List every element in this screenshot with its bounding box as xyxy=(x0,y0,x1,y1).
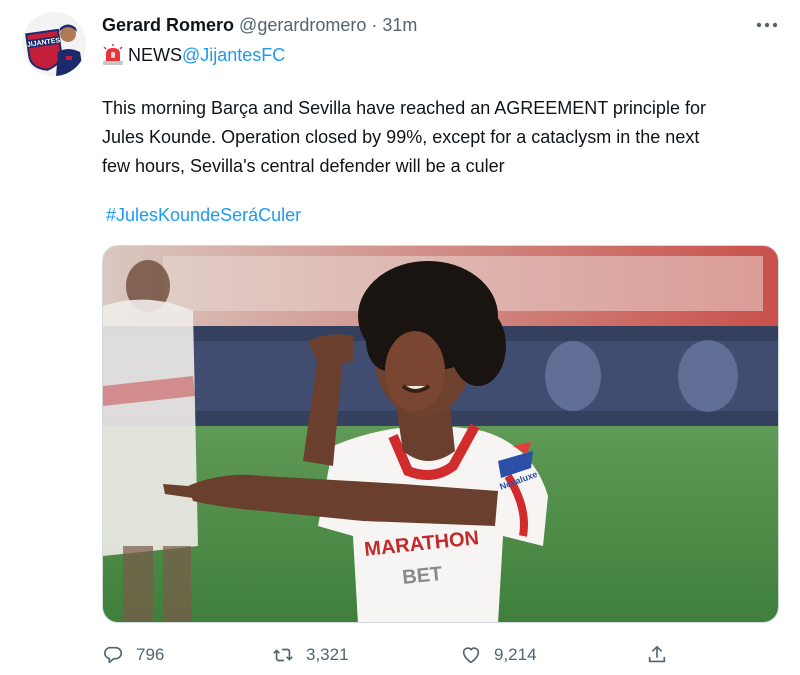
hashtag-link[interactable]: #JulesKoundeSeráCuler xyxy=(106,202,301,228)
news-label: NEWS xyxy=(128,44,182,65)
reply-button[interactable]: 796 xyxy=(102,638,164,672)
tweet-photo[interactable]: MARATHON BET Nevaluxe xyxy=(102,245,779,623)
avatar[interactable]: JIJANTES xyxy=(22,12,86,76)
heart-icon xyxy=(462,647,480,664)
more-options-button[interactable] xyxy=(751,13,783,37)
display-name[interactable]: Gerard Romero xyxy=(102,15,234,36)
timestamp[interactable]: 31m xyxy=(382,15,417,36)
retweet-icon xyxy=(273,648,293,662)
reply-count: 796 xyxy=(136,645,165,664)
like-count: 9,214 xyxy=(494,645,537,664)
retweet-button[interactable]: 3,321 xyxy=(272,638,349,672)
profile-subline: NEWS @JijantesFC xyxy=(102,42,285,68)
mention-link[interactable]: @JijantesFC xyxy=(182,45,285,66)
shirt-sponsor-line2: BET xyxy=(401,563,443,589)
handle[interactable]: @gerardromero xyxy=(239,15,366,36)
share-icon xyxy=(648,645,666,663)
share-button[interactable] xyxy=(646,638,680,672)
tweet-actions: 796 3,321 9,214 xyxy=(102,638,782,672)
retweet-count: 3,321 xyxy=(306,645,349,664)
separator: · xyxy=(371,14,378,35)
siren-icon xyxy=(103,44,123,65)
reply-icon xyxy=(104,646,122,664)
tweet: JIJANTES Gerard Romero @gerardromero · 3… xyxy=(0,0,800,675)
like-button[interactable]: 9,214 xyxy=(460,638,537,672)
more-icon xyxy=(756,22,778,28)
tweet-header: Gerard Romero @gerardromero · 31m xyxy=(102,13,417,37)
tweet-text: This morning Barça and Sevilla have reac… xyxy=(102,98,706,176)
